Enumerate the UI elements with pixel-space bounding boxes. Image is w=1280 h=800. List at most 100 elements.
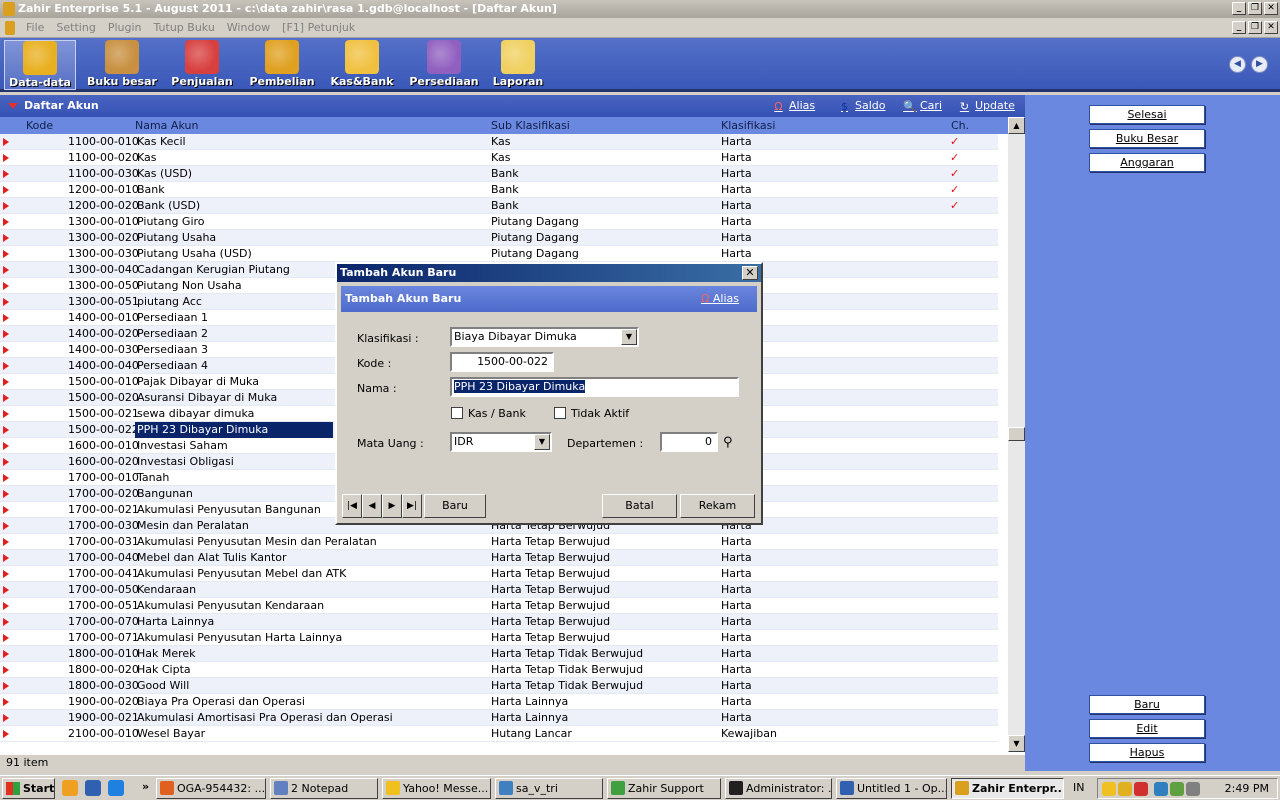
menu-setting[interactable]: Setting (52, 21, 103, 34)
taskbar-task[interactable]: sa_v_tri (495, 778, 603, 799)
taskbar-task[interactable]: 2 Notepad (270, 778, 378, 799)
tidak-aktif-checkbox[interactable] (554, 407, 566, 419)
restore-button[interactable]: ❐ (1248, 2, 1262, 15)
col-nama[interactable]: Nama Akun (135, 117, 198, 134)
taskbar-task[interactable]: Administrator: ... (725, 778, 832, 799)
dialog-close-icon[interactable]: ✕ (742, 266, 758, 280)
menu-help[interactable]: [F1] Petunjuk (278, 21, 363, 34)
col-ch[interactable]: Ch. (951, 117, 969, 134)
table-row[interactable]: 1200-00-010 Bank Bank Harta ✓ (0, 182, 998, 198)
table-row[interactable]: 1100-00-030 Kas (USD) Bank Harta ✓ (0, 166, 998, 182)
table-row[interactable]: 1700-00-031 Akumulasi Penyusutan Mesin da… (0, 534, 998, 550)
buku-besar-button[interactable]: Buku Besar (1089, 129, 1205, 148)
security-icon[interactable] (1134, 782, 1148, 796)
rekam-button[interactable]: Rekam (680, 494, 755, 518)
taskbar-task[interactable]: Zahir Support (607, 778, 721, 799)
col-kode[interactable]: Kode (26, 117, 53, 134)
language-indicator[interactable]: IN (1073, 781, 1084, 794)
desktop-icon[interactable] (85, 780, 101, 796)
scroll-down-icon[interactable]: ▼ (1008, 735, 1025, 752)
nav-back-icon[interactable]: ◀ (1229, 56, 1246, 73)
table-row[interactable]: 1800-00-020 Hak Cipta Harta Tetap Tidak Be… (0, 662, 998, 678)
table-row[interactable]: 1200-00-020 Bank (USD) Bank Harta ✓ (0, 198, 998, 214)
table-row[interactable]: 1100-00-010 Kas Kecil Kas Harta ✓ (0, 134, 998, 150)
menu-file[interactable]: File (22, 21, 52, 34)
lookup-icon[interactable]: ⚲ (723, 435, 733, 450)
messenger-icon[interactable] (1118, 782, 1132, 796)
col-sub[interactable]: Sub Klasifikasi (491, 117, 570, 134)
table-row[interactable]: 1700-00-051 Akumulasi Penyusutan Kendaraa… (0, 598, 998, 614)
dialog-alias-link[interactable]: Ω Alias (701, 286, 739, 312)
menu-window[interactable]: Window (223, 21, 278, 34)
module-laporan[interactable]: Laporan (482, 40, 554, 90)
taskbar-task[interactable]: Yahoo! Messe... (382, 778, 491, 799)
col-klasifikasi[interactable]: Klasifikasi (721, 117, 775, 134)
kas-bank-checkbox[interactable] (451, 407, 463, 419)
next-record-icon[interactable]: ▶ (382, 494, 402, 518)
cari-link[interactable]: 🔍 Cari (903, 95, 942, 117)
table-row[interactable]: 1700-00-050 Kendaraan Harta Tetap Berwujud… (0, 582, 998, 598)
selesai-button[interactable]: Selesai (1089, 105, 1205, 124)
module-penjualan[interactable]: Penjualan (166, 40, 238, 90)
table-row[interactable]: 1800-00-010 Hak Merek Harta Tetap Tidak Be… (0, 646, 998, 662)
vertical-scrollbar[interactable]: ▲ ▼ (1008, 117, 1025, 752)
table-row[interactable]: 1100-00-020 Kas Kas Harta ✓ (0, 150, 998, 166)
collapse-icon[interactable] (8, 103, 18, 109)
last-record-icon[interactable]: ▶| (402, 494, 422, 518)
overflow-chevron-icon[interactable]: » (142, 780, 149, 793)
table-row[interactable]: 1700-00-071 Akumulasi Penyusutan Harta La… (0, 630, 998, 646)
scroll-up-icon[interactable]: ▲ (1008, 117, 1025, 134)
prev-record-icon[interactable]: ◀ (362, 494, 382, 518)
table-row[interactable]: 1900-00-021 Akumulasi Amortisasi Pra Oper… (0, 710, 998, 726)
child-restore-button[interactable]: ❐ (1248, 21, 1262, 34)
edit-button[interactable]: Edit (1089, 719, 1205, 738)
monitor-icon[interactable] (1170, 782, 1184, 796)
module-pembelian[interactable]: Pembelian (246, 40, 318, 90)
child-close-button[interactable]: ✕ (1264, 21, 1278, 34)
taskbar-task[interactable]: Zahir Enterpr... (951, 778, 1064, 799)
table-row[interactable]: 1700-00-041 Akumulasi Penyusutan Mebel da… (0, 566, 998, 582)
volume-icon[interactable] (1186, 782, 1200, 796)
table-row[interactable]: 1700-00-070 Harta Lainnya Harta Tetap Berw… (0, 614, 998, 630)
first-record-icon[interactable]: |◀ (342, 494, 362, 518)
batal-button[interactable]: Batal (602, 494, 677, 518)
child-minimize-button[interactable]: _ (1232, 21, 1246, 34)
departemen-input[interactable]: 0 (660, 432, 718, 452)
table-row[interactable]: 1800-00-030 Good Will Harta Tetap Tidak Be… (0, 678, 998, 694)
nama-input[interactable]: PPH 23 Dibayar Dimuka (450, 377, 739, 397)
chevron-down-icon[interactable]: ▼ (621, 329, 637, 345)
dialog-baru-button[interactable]: Baru (424, 494, 486, 518)
media-player-icon[interactable] (62, 780, 78, 796)
nav-forward-icon[interactable]: ▶ (1251, 56, 1268, 73)
module-data-data[interactable]: Data-data (4, 40, 76, 90)
close-button[interactable]: ✕ (1264, 2, 1278, 15)
menu-tutup-buku[interactable]: Tutup Buku (149, 21, 222, 34)
table-row[interactable]: 1700-00-040 Mebel dan Alat Tulis Kantor Ha… (0, 550, 998, 566)
table-row[interactable]: 2100-00-010 Wesel Bayar Hutang Lancar Kewaj… (0, 726, 998, 742)
kode-input[interactable]: 1500-00-022 (450, 352, 554, 372)
minimize-button[interactable]: _ (1232, 2, 1246, 15)
menu-plugin[interactable]: Plugin (104, 21, 150, 34)
anggaran-button[interactable]: Anggaran (1089, 153, 1205, 172)
baru-button[interactable]: Baru (1089, 695, 1205, 714)
taskbar-task[interactable]: Untitled 1 - Op... (836, 778, 947, 799)
network-icon[interactable] (1154, 782, 1168, 796)
table-row[interactable]: 1300-00-030 Piutang Usaha (USD) Piutang Da… (0, 246, 998, 262)
taskbar-task[interactable]: OGA-954432: ... (156, 778, 266, 799)
module-persediaan[interactable]: Persediaan (408, 40, 480, 90)
klasifikasi-select[interactable]: Biaya Dibayar Dimuka ▼ (450, 327, 639, 347)
table-row[interactable]: 1300-00-010 Piutang Giro Piutang Dagang Har… (0, 214, 998, 230)
table-row[interactable]: 1900-00-020 Biaya Pra Operasi dan Operasi… (0, 694, 998, 710)
module-kas-bank[interactable]: Kas&Bank (326, 40, 398, 90)
saldo-link[interactable]: $ Saldo (838, 95, 886, 117)
scroll-thumb[interactable] (1008, 427, 1025, 441)
ie-icon[interactable] (108, 780, 124, 796)
update-link[interactable]: ↻ Update (958, 95, 1015, 117)
mail-icon[interactable] (1102, 782, 1116, 796)
chevron-down-icon[interactable]: ▼ (534, 434, 550, 450)
hapus-button[interactable]: Hapus (1089, 743, 1205, 762)
table-row[interactable]: 1300-00-020 Piutang Usaha Piutang Dagang Ha… (0, 230, 998, 246)
start-button[interactable]: Start (2, 778, 55, 799)
module-buku-besar[interactable]: Buku besar (86, 40, 158, 90)
mata-uang-select[interactable]: IDR ▼ (450, 432, 552, 452)
